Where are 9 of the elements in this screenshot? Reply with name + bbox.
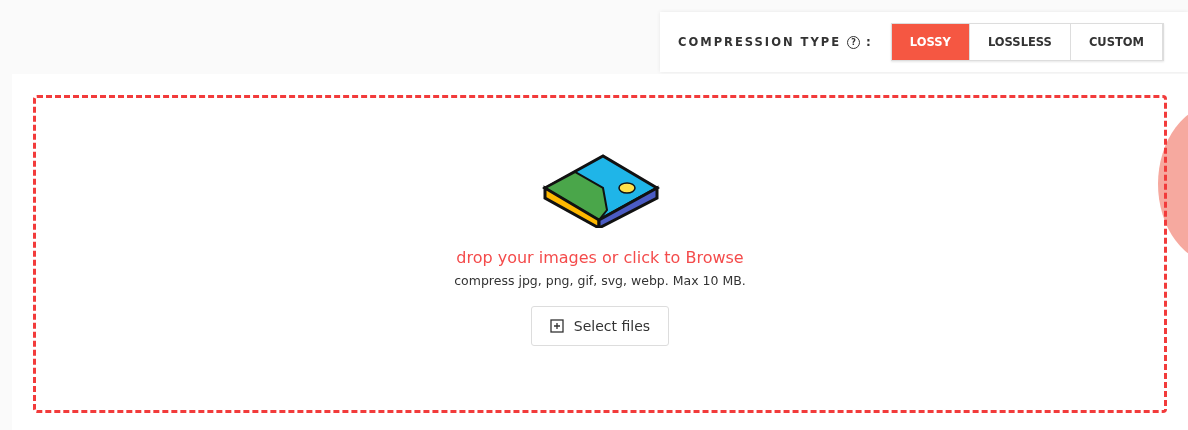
select-files-button[interactable]: Select files (530, 306, 670, 346)
label-colon: : (866, 35, 871, 49)
compression-type-label: COMPRESSION TYPE (678, 35, 841, 49)
dropzone[interactable]: drop your images or click to Browse compress jpg, png, gif, svg, webp. Max 10 MB. Select files (33, 95, 1167, 413)
drop-instruction: drop your images or click to Browse (456, 248, 744, 267)
compression-option[interactable]: LOSSLESS (969, 24, 1071, 60)
compression-option[interactable]: CUSTOM (1070, 24, 1163, 60)
plus-square-icon (549, 319, 564, 333)
format-hint: compress jpg, png, gif, svg, webp. Max 10 MB. (454, 273, 746, 288)
